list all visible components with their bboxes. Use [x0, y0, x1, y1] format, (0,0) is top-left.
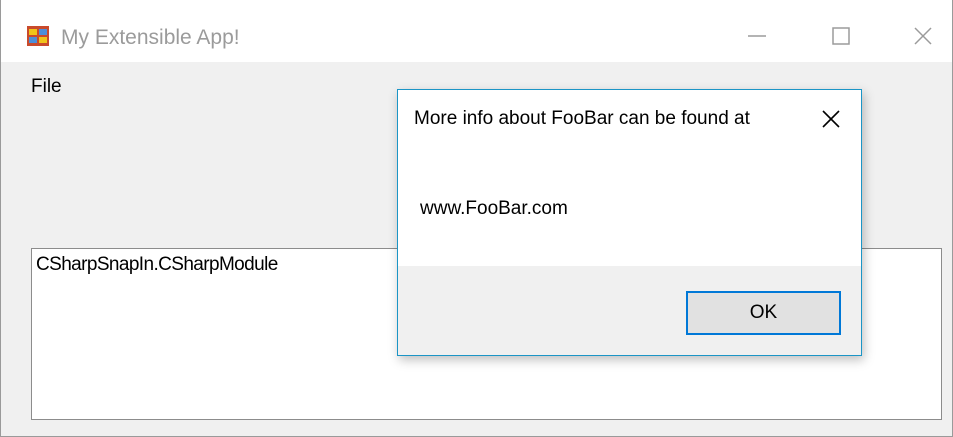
maximize-button[interactable] — [815, 14, 867, 58]
close-icon — [913, 26, 933, 46]
menu-file[interactable]: File — [31, 76, 62, 98]
maximize-icon — [831, 26, 851, 46]
title-bar[interactable]: My Extensible App! — [1, 0, 952, 62]
close-button[interactable] — [897, 14, 949, 58]
dialog-close-button[interactable] — [816, 104, 846, 134]
message-dialog: More info about FooBar can be found at w… — [397, 89, 862, 356]
main-window: My Extensible App! File CSharpSnapIn.CSh… — [0, 0, 953, 437]
app-icon — [27, 26, 49, 46]
minimize-button[interactable] — [731, 14, 783, 58]
window-title: My Extensible App! — [61, 26, 240, 49]
dialog-title: More info about FooBar can be found at — [414, 108, 750, 129]
minimize-icon — [747, 26, 767, 46]
ok-button[interactable]: OK — [686, 291, 841, 335]
close-icon — [822, 110, 840, 128]
dialog-message: www.FooBar.com — [420, 198, 568, 219]
list-item[interactable]: CSharpSnapIn.CSharpModule — [36, 254, 278, 276]
dialog-footer: OK — [398, 266, 861, 355]
